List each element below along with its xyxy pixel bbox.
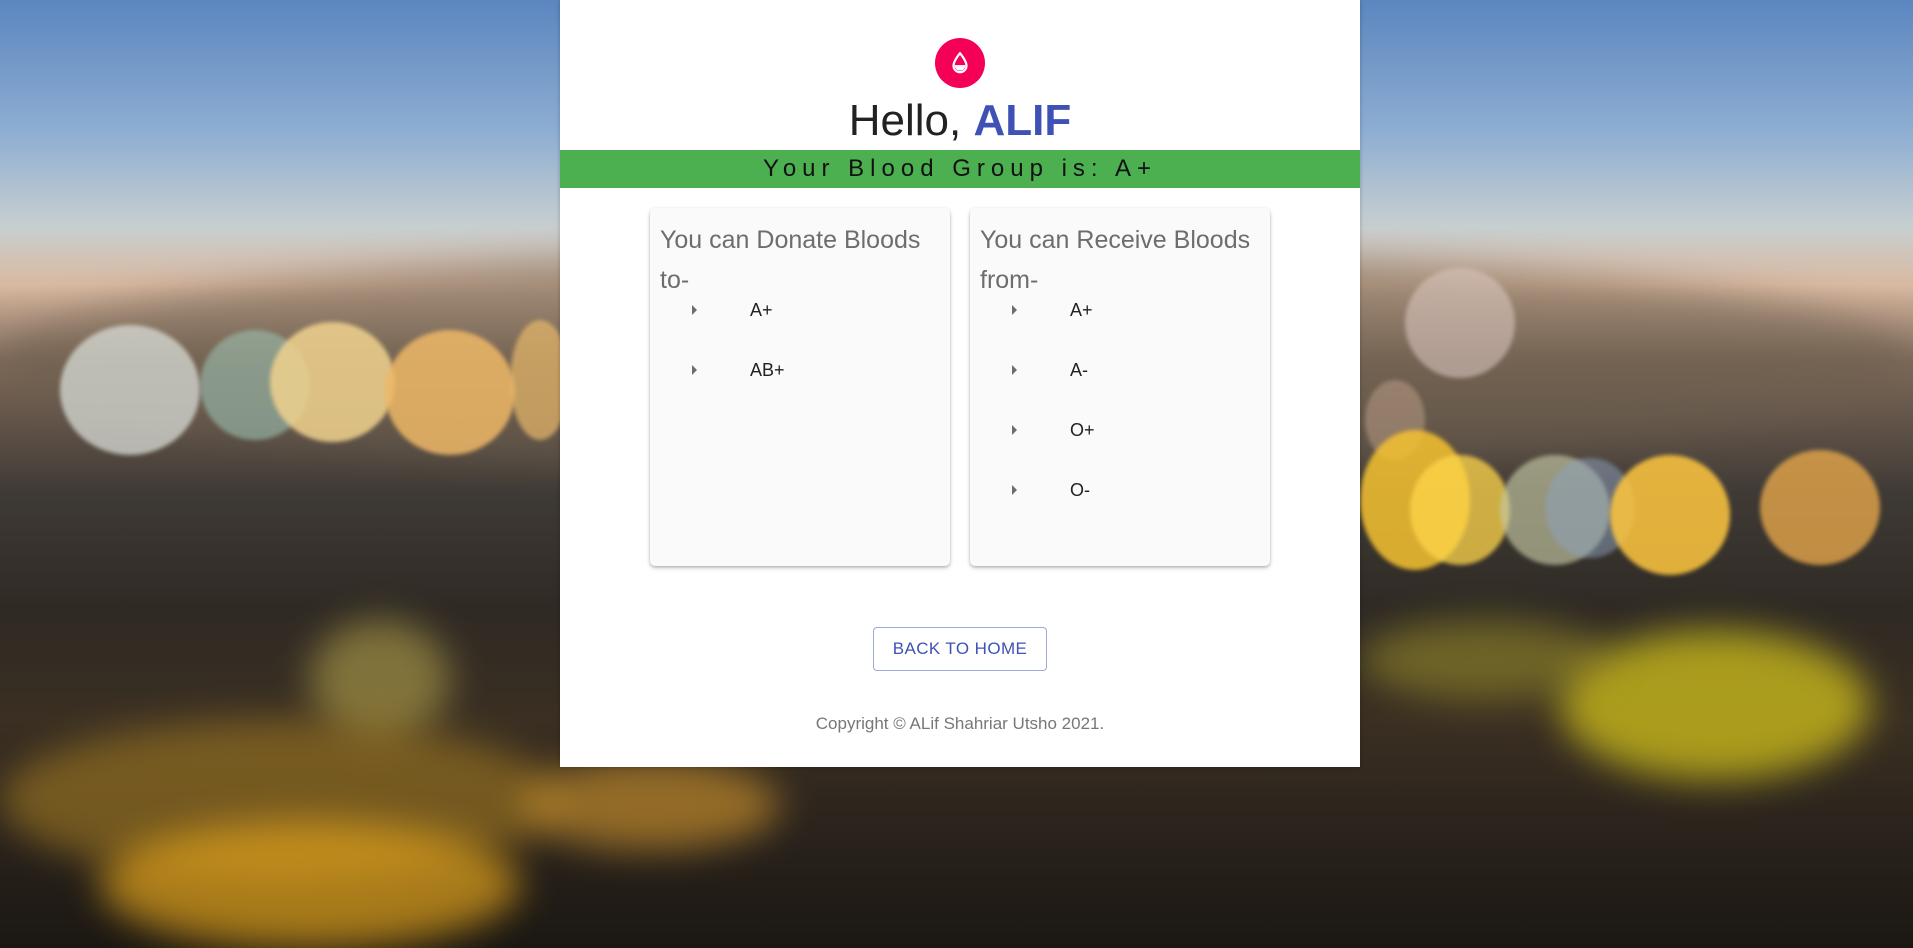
list-item: O- — [970, 480, 1270, 554]
donate-title: You can Donate Bloods to- — [660, 226, 921, 294]
donate-panel: You can Donate Bloods to- A+ AB+ — [650, 208, 950, 566]
arrow-right-icon — [1012, 425, 1017, 435]
greeting-heading: Hello, ALIF — [560, 96, 1360, 146]
arrow-right-icon — [1012, 305, 1017, 315]
back-to-home-button[interactable]: BACK TO HOME — [873, 627, 1047, 671]
main-card: Hello, ALIF Your Blood Group is: A+ You … — [560, 0, 1360, 767]
blood-type-label: AB+ — [750, 360, 785, 380]
blood-type-label: A+ — [1070, 300, 1093, 320]
receive-title: You can Receive Bloods from- — [980, 226, 1251, 294]
blood-type-label: A- — [1070, 360, 1088, 380]
arrow-right-icon — [692, 305, 697, 315]
blood-type-label: O+ — [1070, 420, 1095, 440]
arrow-right-icon — [692, 365, 697, 375]
blood-group-banner: Your Blood Group is: A+ — [560, 150, 1360, 188]
user-name: ALIF — [973, 96, 1072, 145]
greeting-prefix: Hello, — [848, 96, 974, 145]
arrow-right-icon — [1012, 485, 1017, 495]
list-item: AB+ — [650, 360, 950, 434]
donate-list: A+ AB+ — [650, 300, 950, 434]
receive-list: A+ A- O+ O- — [970, 300, 1270, 554]
blood-drop-icon — [935, 38, 985, 88]
arrow-right-icon — [1012, 365, 1017, 375]
copyright-text: Copyright © ALif Shahriar Utsho 2021. — [815, 714, 1105, 733]
blood-type-label: O- — [1070, 480, 1090, 500]
blood-type-label: A+ — [750, 300, 773, 320]
receive-panel: You can Receive Bloods from- A+ A- O+ O- — [970, 208, 1270, 566]
